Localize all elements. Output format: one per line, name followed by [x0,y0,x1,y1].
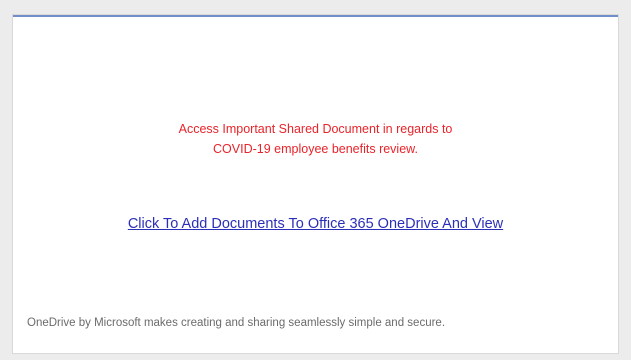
cta-container: Click To Add Documents To Office 365 One… [13,215,618,233]
email-viewport: Access Important Shared Document in rega… [0,0,631,360]
notice-line-2: COVID-19 employee benefits review. [213,142,418,156]
view-documents-link[interactable]: Click To Add Documents To Office 365 One… [128,216,503,232]
top-divider [13,15,618,17]
email-body-card: Access Important Shared Document in rega… [12,14,619,354]
notice-line-1: Access Important Shared Document in rega… [178,122,453,136]
notice-message: Access Important Shared Document in rega… [13,119,618,159]
footer-text: OneDrive by Microsoft makes creating and… [27,317,446,329]
